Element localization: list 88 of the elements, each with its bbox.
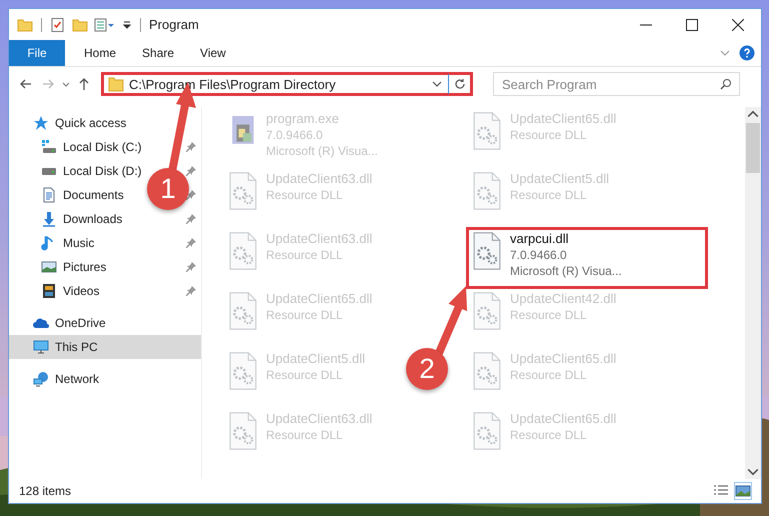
minimize-icon [640, 24, 652, 26]
file-detail: Microsoft (R) Visua... [510, 263, 622, 279]
file-detail: Microsoft (R) Visua... [266, 143, 378, 159]
pin-icon[interactable] [185, 165, 197, 177]
pin-icon[interactable] [185, 285, 197, 297]
drive-icon [41, 139, 57, 155]
help-icon[interactable] [739, 45, 755, 61]
sidebar-item[interactable]: Network [9, 367, 201, 391]
file-name: program.exe [266, 111, 340, 127]
file-menu-button[interactable]: File [9, 40, 65, 66]
file-name: UpdateClient63.dll [266, 171, 372, 187]
refresh-icon[interactable] [454, 78, 466, 90]
pin-icon[interactable] [185, 237, 197, 249]
address-path: C:\Program Files\Program Directory [129, 76, 337, 92]
file-name: UpdateClient42.dll [510, 291, 616, 307]
file-name: UpdateClient5.dll [266, 351, 366, 367]
ribbon-tab[interactable]: View [187, 40, 239, 66]
window-title: Program [149, 17, 200, 32]
pin-icon[interactable] [185, 261, 197, 273]
document-icon [41, 187, 57, 203]
pin-icon[interactable] [185, 213, 197, 225]
large-icons-view-icon[interactable] [735, 483, 751, 499]
file-detail: Resource DLL [510, 427, 588, 443]
ribbon-tab[interactable]: Share [129, 40, 188, 66]
sidebar-item[interactable]: Local Disk (C:) [41, 135, 142, 159]
file-tile[interactable]: varpcui.dll 7.0.9466.0 Microsoft (R) Visua... [468, 229, 706, 287]
file-detail: Resource DLL [510, 127, 588, 143]
sidebar-item[interactable]: This PC [9, 335, 201, 359]
file-name: UpdateClient63.dll [266, 231, 372, 247]
file-detail: Resource DLL [266, 307, 344, 323]
file-detail: Resource DLL [266, 367, 344, 383]
sidebar-item[interactable]: Music [41, 231, 94, 255]
back-icon[interactable] [19, 77, 33, 91]
gear-file-icon [472, 111, 502, 151]
picture-icon [41, 259, 57, 275]
sidebar-item[interactable]: OneDrive [9, 311, 201, 335]
gear-file-icon [472, 411, 502, 451]
pin-icon[interactable] [185, 141, 197, 153]
file-detail: Resource DLL [510, 367, 588, 383]
file-detail: 7.0.9466.0 [266, 127, 324, 143]
file-detail: Resource DLL [266, 427, 344, 443]
gear-file-icon [472, 291, 502, 331]
sidebar-item[interactable]: Quick access [9, 111, 201, 135]
close-icon [732, 18, 744, 30]
file-name: UpdateClient65.dll [266, 291, 372, 307]
file-name: UpdateClient65.dll [510, 351, 616, 367]
file-name: UpdateClient65.dll [510, 111, 616, 127]
monitor-icon [33, 339, 49, 355]
gear-file-icon [228, 411, 258, 451]
maximize-icon [686, 18, 698, 30]
gear-file-icon [228, 171, 258, 211]
file-detail: Resource DLL [510, 187, 588, 203]
file-name: UpdateClient65.dll [510, 411, 616, 427]
file-detail: Resource DLL [510, 307, 588, 323]
file-detail: Resource DLL [266, 187, 344, 203]
file-name: UpdateClient5.dll [510, 171, 610, 187]
address-bar[interactable]: C:\Program Files\Program Directory [101, 72, 473, 96]
file-name: UpdateClient63.dll [266, 411, 372, 427]
sidebar-item[interactable]: Videos [41, 279, 100, 303]
search-icon[interactable] [720, 78, 732, 90]
gear-file-icon [472, 231, 502, 271]
checklist-icon[interactable] [50, 16, 66, 32]
up-icon[interactable] [77, 77, 91, 91]
gear-file-icon [472, 351, 502, 391]
file-name: varpcui.dll [510, 231, 570, 247]
film-icon [41, 283, 57, 299]
sidebar-item[interactable]: Documents [41, 183, 124, 207]
gear-file-icon [228, 291, 258, 331]
scroll-thumb[interactable] [746, 123, 760, 173]
ribbon-tab[interactable]: Home [71, 40, 130, 66]
sidebar-item[interactable]: Local Disk (D:) [41, 159, 142, 183]
gear-file-icon [228, 351, 258, 391]
sidebar-item[interactable]: Downloads [41, 207, 122, 231]
gear-file-icon [228, 231, 258, 271]
pin-icon[interactable] [185, 189, 197, 201]
star-icon [33, 115, 49, 131]
download-arrow-icon [41, 211, 57, 227]
item-count: 128 items [19, 484, 72, 498]
customize-caret-icon[interactable] [122, 20, 132, 30]
properties-dropdown-icon[interactable] [94, 16, 116, 32]
sidebar-item[interactable]: Pictures [41, 255, 106, 279]
search-field[interactable]: Search Program [493, 72, 740, 96]
network-globe-icon [33, 371, 49, 387]
scrollbar[interactable] [745, 107, 761, 479]
gear-file-icon [472, 171, 502, 211]
folder-icon [108, 76, 124, 92]
file-detail: Resource DLL [266, 247, 344, 263]
file-detail: 7.0.9466.0 [510, 247, 568, 263]
